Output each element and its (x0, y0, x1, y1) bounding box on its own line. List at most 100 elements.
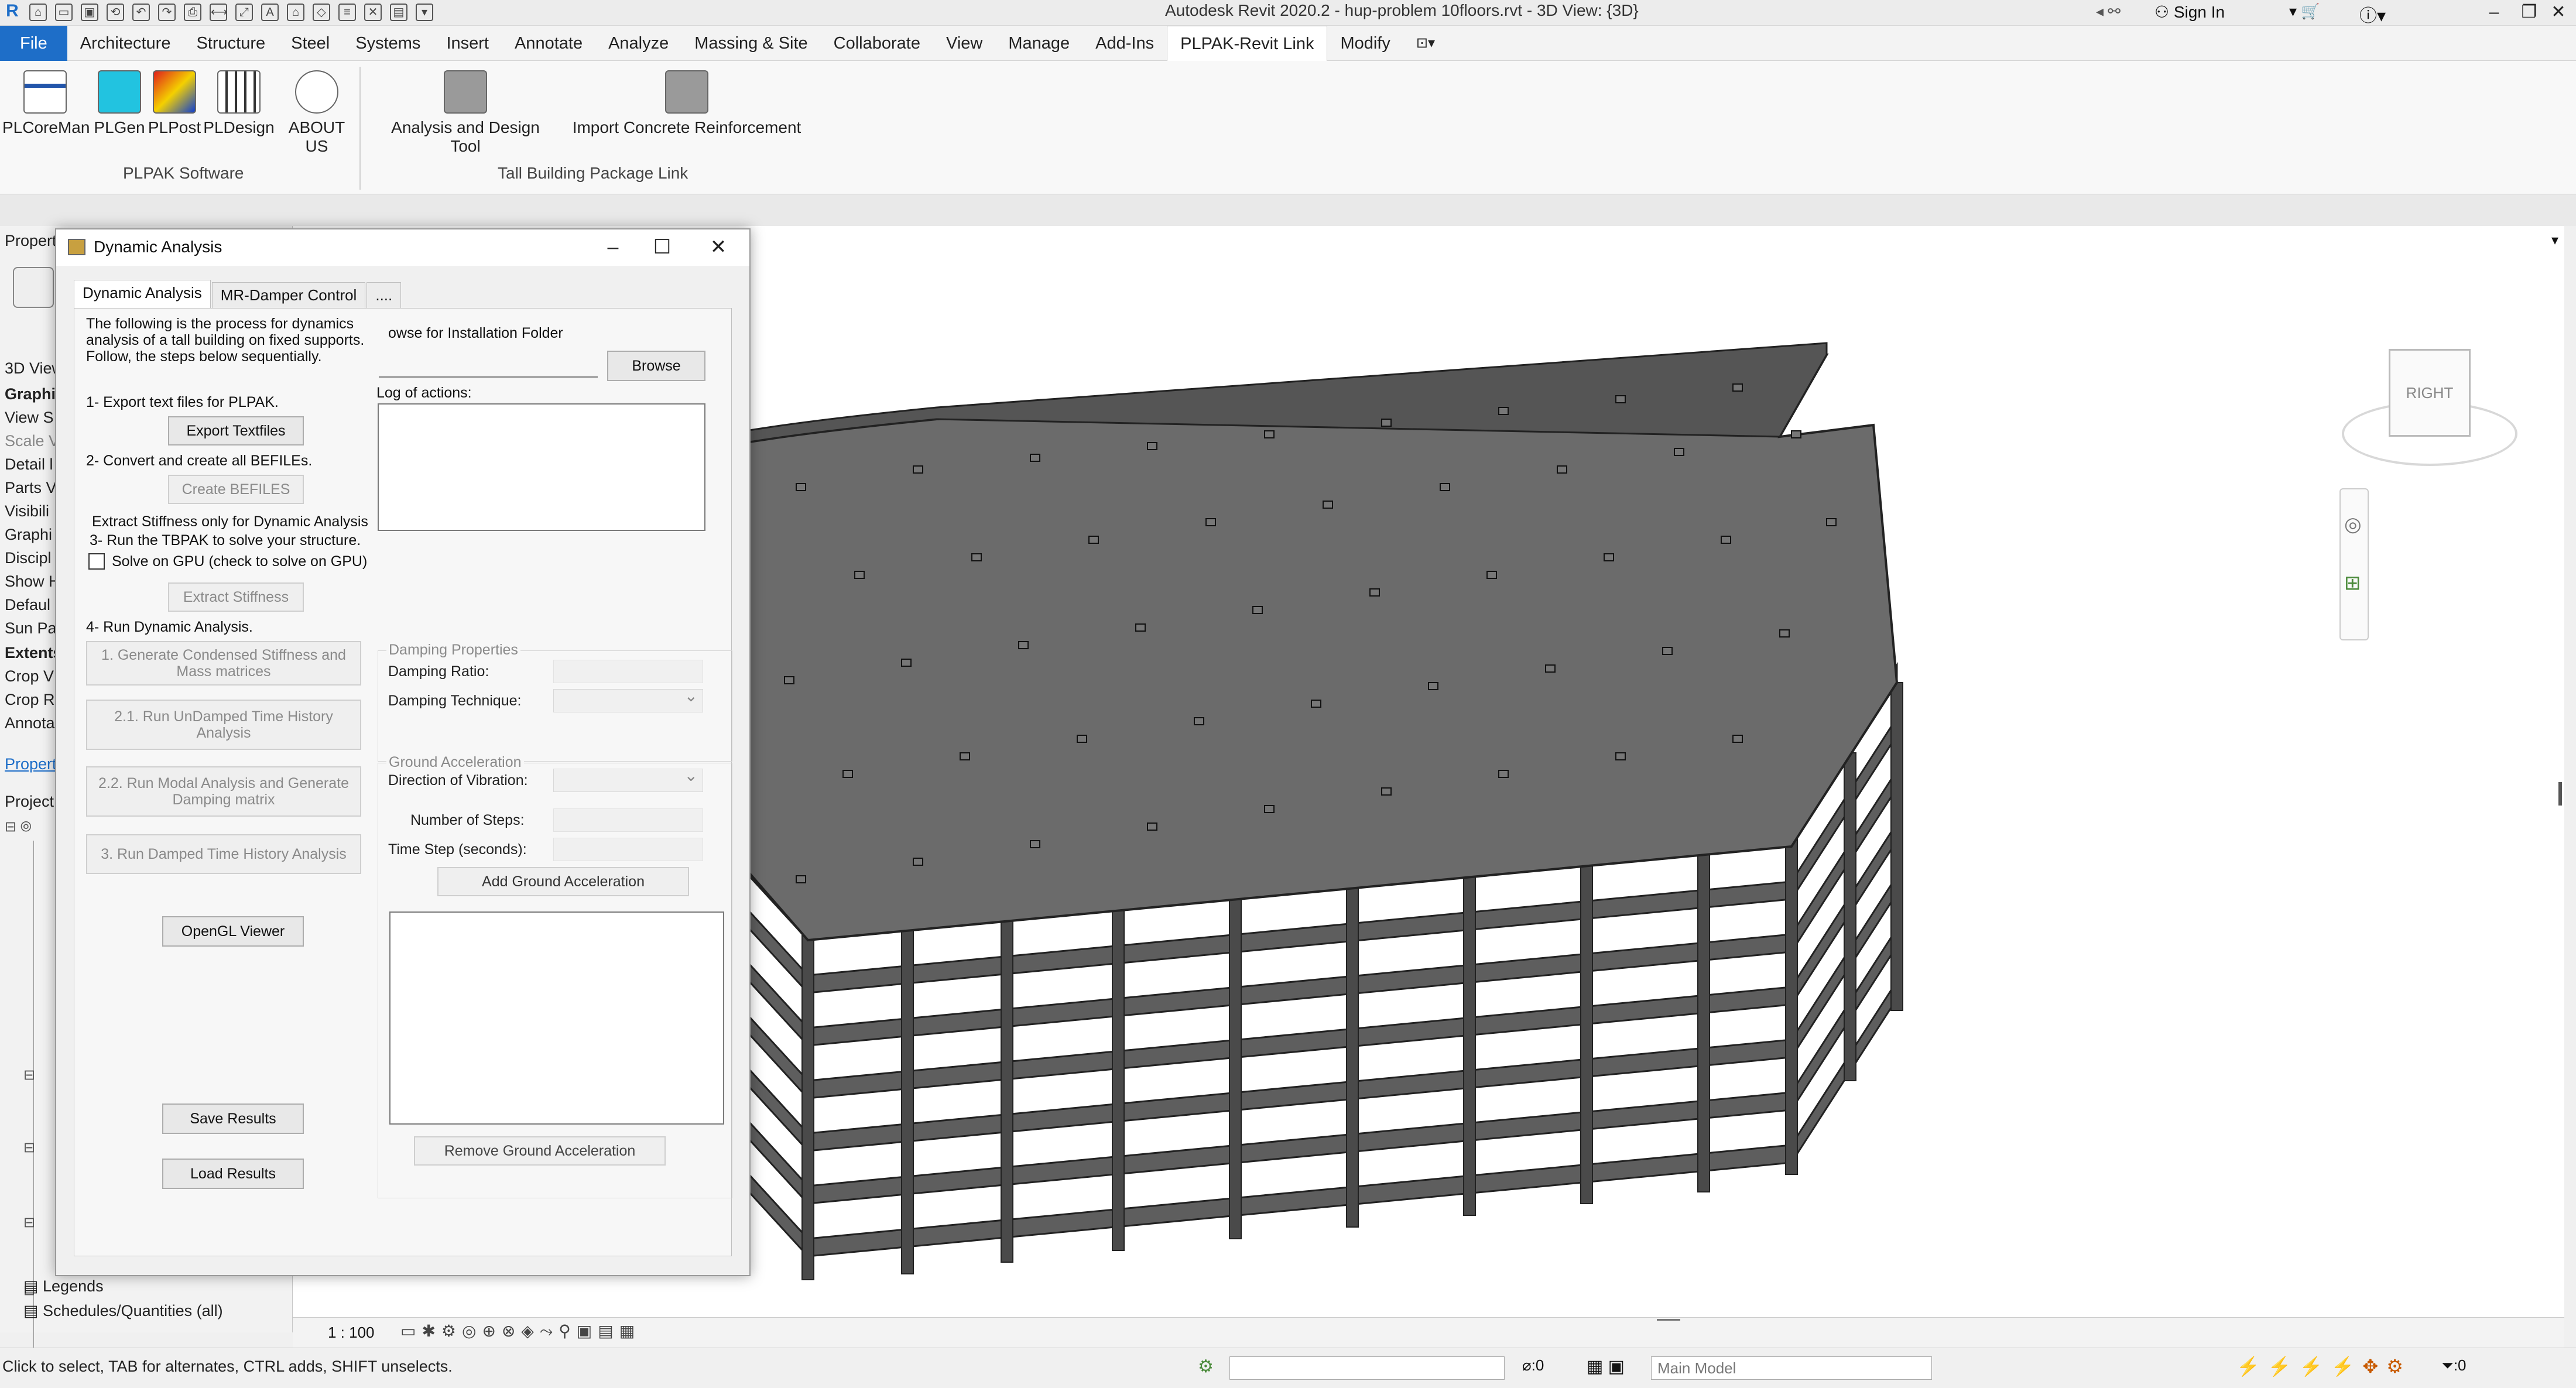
plgen-button[interactable]: PLGen (90, 70, 149, 137)
plcoreman-button[interactable]: PLCoreMan (2, 70, 90, 137)
about-us-button[interactable]: ABOUT US (278, 70, 356, 156)
tab-file[interactable]: File (0, 25, 67, 61)
tree-item-legends[interactable]: ▤ Legends (23, 1277, 104, 1296)
prop-parts-visibility[interactable]: Parts V (5, 479, 57, 497)
viewcube[interactable]: RIGHT (2342, 343, 2517, 484)
prop-show-hidden[interactable]: Show H (5, 573, 60, 591)
tree-collapse-icon[interactable]: ⊟ (23, 1214, 35, 1231)
log-textarea[interactable] (378, 403, 705, 531)
tab-dynamic-analysis[interactable]: Dynamic Analysis (74, 280, 211, 308)
editable-only-count[interactable]: ⌀:0 (1522, 1356, 1544, 1375)
prop-annotation-crop[interactable]: Annota (5, 714, 55, 732)
import-concrete-reinforcement-button[interactable]: Import Concrete Reinforcement (571, 70, 802, 137)
prop-view-scale[interactable]: View S (5, 409, 54, 427)
design-options-icon[interactable]: ▦ ▣ (1587, 1356, 1625, 1377)
tab-manage[interactable]: Manage (995, 26, 1083, 61)
main-model-select[interactable]: Main Model (1651, 1356, 1932, 1380)
direction-select[interactable] (553, 766, 703, 792)
maximize-icon[interactable]: ☐ (642, 233, 683, 262)
install-folder-input[interactable] (379, 353, 598, 378)
customize-qat-icon[interactable]: ▾ (416, 4, 433, 21)
close-icon[interactable]: ✕ (698, 233, 739, 262)
tab-mr-damper-control[interactable]: MR-Damper Control (211, 282, 366, 308)
tab-more[interactable]: .... (366, 282, 402, 308)
tab-collaborate[interactable]: Collaborate (821, 26, 933, 61)
save-icon[interactable]: ▣ (81, 4, 98, 21)
run-undamped-button[interactable]: 2.1. Run UnDamped Time History Analysis (86, 700, 361, 750)
prop-graphic-display[interactable]: Graphi (5, 526, 52, 544)
browse-button[interactable]: Browse (607, 351, 705, 381)
zoom-region-icon[interactable]: ⊞ (2344, 571, 2361, 595)
dimension-icon[interactable]: ⤢ (235, 4, 253, 21)
generate-condensed-button[interactable]: 1. Generate Condensed Stiffness and Mass… (86, 641, 361, 686)
open-icon[interactable]: ▭ (55, 4, 73, 21)
prop-default-analysis[interactable]: Defaul (5, 596, 50, 614)
time-step-input[interactable] (553, 838, 703, 861)
num-steps-input[interactable] (553, 808, 703, 832)
tab-analyze[interactable]: Analyze (595, 26, 681, 61)
prop-sun-path[interactable]: Sun Pa (5, 619, 57, 638)
section-icon[interactable]: ◇ (313, 4, 330, 21)
tab-massing-site[interactable]: Massing & Site (681, 26, 820, 61)
prop-scale-value[interactable]: Scale V (5, 432, 59, 450)
remove-ground-acceleration-button[interactable]: Remove Ground Acceleration (414, 1136, 666, 1166)
damping-ratio-input[interactable] (553, 660, 703, 683)
cart-icon[interactable]: ▾ 🛒 (2289, 2, 2320, 20)
scrollbar-thumb[interactable] (2558, 782, 2562, 806)
tab-annotate[interactable]: Annotate (502, 26, 595, 61)
tree-collapse-icon[interactable]: ⊟ ⦾ (5, 818, 32, 835)
save-results-button[interactable]: Save Results (162, 1103, 304, 1134)
tab-systems[interactable]: Systems (342, 26, 433, 61)
prop-crop-view[interactable]: Crop V (5, 667, 54, 686)
properties-help-link[interactable]: Propert (5, 755, 57, 773)
filter-count[interactable]: ⏷:0 (2441, 1356, 2467, 1375)
steering-wheel-icon[interactable]: ◎ (2344, 513, 2362, 536)
pldesign-button[interactable]: PLDesign (203, 70, 275, 137)
tab-modify[interactable]: Modify (1327, 26, 1403, 61)
selection-filter-icons[interactable]: ⚡⚡⚡⚡✥⚙ (2236, 1355, 2411, 1377)
undo-icon[interactable]: ↶ (132, 4, 150, 21)
sign-in-link[interactable]: ⚇ Sign In (2154, 2, 2225, 22)
home-icon[interactable]: ⌂ (29, 4, 47, 21)
tree-item-schedules[interactable]: ▤ Schedules/Quantities (all) (23, 1302, 223, 1320)
search-binoculars-icon[interactable]: ◂ ⚯ (2096, 2, 2121, 20)
analysis-design-tool-button[interactable]: Analysis and Design Tool (375, 70, 556, 156)
damping-technique-select[interactable] (553, 686, 703, 712)
tab-view[interactable]: View (933, 26, 995, 61)
minimize-icon[interactable]: – (2476, 0, 2512, 26)
tab-structure[interactable]: Structure (183, 26, 278, 61)
view-scale[interactable]: 1 : 100 (328, 1324, 375, 1342)
tree-collapse-icon[interactable]: ⊟ (23, 1067, 35, 1084)
worksets-icon[interactable]: ⚙ (1198, 1356, 1214, 1377)
prop-discipline[interactable]: Discipl (5, 549, 52, 567)
thin-lines-icon[interactable]: ≡ (338, 4, 356, 21)
sync-icon[interactable]: ⟲ (107, 4, 124, 21)
load-results-button[interactable]: Load Results (162, 1159, 304, 1189)
switch-windows-icon[interactable]: ▤ (390, 4, 407, 21)
measure-icon[interactable]: ⟷ (210, 4, 228, 21)
plpost-button[interactable]: PLPost (145, 70, 204, 137)
print-icon[interactable]: ⎙ (184, 4, 201, 21)
run-damped-button[interactable]: 3. Run Damped Time History Analysis (86, 834, 361, 874)
export-textfiles-button[interactable]: Export Textfiles (168, 416, 304, 445)
close-icon[interactable]: ✕ (2541, 0, 2576, 26)
tab-insert[interactable]: Insert (433, 26, 502, 61)
tab-architecture[interactable]: Architecture (67, 26, 184, 61)
view-control-icons[interactable]: ▭✱⚙◎⊕⊗◈⤳⚲▣▤▦ (400, 1321, 640, 1341)
tab-add-ins[interactable]: Add-Ins (1083, 26, 1167, 61)
help-icon[interactable]: ⓘ▾ (2359, 1, 2386, 27)
revit-logo-icon[interactable]: R (4, 2, 21, 21)
solve-on-gpu-checkbox[interactable] (88, 553, 105, 570)
redo-icon[interactable]: ↷ (158, 4, 176, 21)
prop-detail-level[interactable]: Detail l (5, 455, 53, 474)
add-ground-acceleration-button[interactable]: Add Ground Acceleration (437, 867, 689, 896)
view-dropdown-icon[interactable]: ▾ (2551, 232, 2558, 249)
create-befiles-button[interactable]: Create BEFILES (168, 475, 304, 504)
workset-select[interactable] (1229, 1356, 1505, 1380)
prop-crop-region[interactable]: Crop R (5, 691, 55, 709)
ground-acceleration-list[interactable] (389, 911, 724, 1125)
prop-visibility[interactable]: Visibili (5, 502, 49, 520)
contextual-tab-toggle-icon[interactable]: ⊡▾ (1403, 26, 1448, 61)
viewcube-face-right[interactable]: RIGHT (2389, 349, 2471, 437)
tree-collapse-icon[interactable]: ⊟ (23, 1139, 35, 1156)
